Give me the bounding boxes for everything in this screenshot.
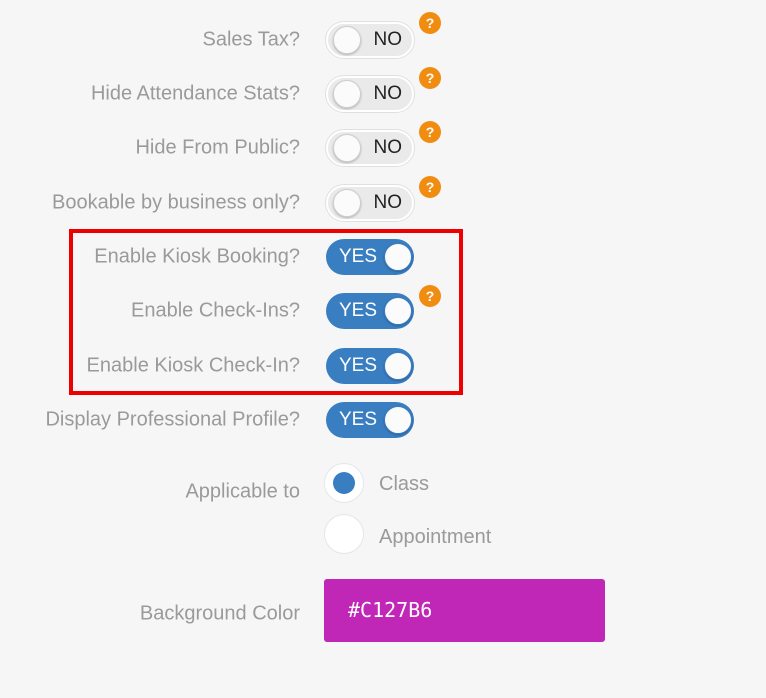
toggle-knob [333,80,361,108]
hide-from-public-label: Hide From Public? [135,136,300,159]
display-professional-profile-label: Display Professional Profile? [45,408,300,431]
bookable-by-business-row: Bookable by business only? NO [0,183,766,223]
enable-check-ins-row: Enable Check-Ins? YES [0,291,766,331]
background-color-input[interactable]: #C127B6 [324,579,605,642]
toggle-state-label: NO [373,137,403,158]
enable-kiosk-check-in-toggle[interactable]: YES [326,348,414,384]
hide-from-public-toggle[interactable]: NO [326,130,414,166]
class-radio[interactable] [324,463,364,503]
radio-selected-dot [333,472,355,494]
sales-tax-label: Sales Tax? [202,28,300,51]
sales-tax-toggle[interactable]: NO [326,22,414,58]
toggle-state-label: NO [373,83,403,104]
enable-kiosk-booking-label: Enable Kiosk Booking? [94,245,300,268]
hide-attendance-stats-label: Hide Attendance Stats? [90,82,300,105]
enable-kiosk-booking-toggle[interactable]: YES [326,239,414,275]
enable-check-ins-help-icon[interactable]: ? [419,285,441,307]
hide-from-public-help-icon[interactable]: ? [419,121,441,143]
toggle-state-label: YES [339,300,378,321]
hide-attendance-stats-row: Hide Attendance Stats? NO [0,74,766,114]
toggle-state-label: YES [339,246,378,267]
appointment-radio-label[interactable]: Appointment [379,526,491,549]
sales-tax-row: Sales Tax? NO [0,20,766,60]
display-professional-profile-toggle[interactable]: YES [326,402,414,438]
bookable-by-business-help-icon[interactable]: ? [419,176,441,198]
enable-kiosk-check-in-row: Enable Kiosk Check-In? YES [0,346,766,386]
toggle-knob [384,352,412,380]
toggle-knob [384,406,412,434]
hide-attendance-stats-help-icon[interactable]: ? [419,67,441,89]
display-professional-profile-row: Display Professional Profile? YES [0,400,766,440]
background-color-label: Background Color [139,602,300,625]
hide-from-public-row: Hide From Public? NO [0,128,766,168]
toggle-knob [333,189,361,217]
toggle-state-label: NO [373,29,403,50]
hide-attendance-stats-toggle[interactable]: NO [326,76,414,112]
toggle-knob [333,134,361,162]
bookable-by-business-label: Bookable by business only? [52,191,300,214]
toggle-knob [384,243,412,271]
enable-check-ins-toggle[interactable]: YES [326,293,414,329]
toggle-knob [384,297,412,325]
enable-kiosk-booking-row: Enable Kiosk Booking? YES [0,237,766,277]
enable-kiosk-check-in-label: Enable Kiosk Check-In? [86,354,300,377]
toggle-state-label: YES [339,409,378,430]
bookable-by-business-toggle[interactable]: NO [326,185,414,221]
enable-check-ins-label: Enable Check-Ins? [131,299,300,322]
toggle-state-label: YES [339,355,378,376]
sales-tax-help-icon[interactable]: ? [419,12,441,34]
toggle-knob [333,26,361,54]
toggle-state-label: NO [373,192,403,213]
applicable-to-label: Applicable to [185,480,300,503]
class-radio-label[interactable]: Class [379,473,429,496]
appointment-radio[interactable] [324,514,364,554]
